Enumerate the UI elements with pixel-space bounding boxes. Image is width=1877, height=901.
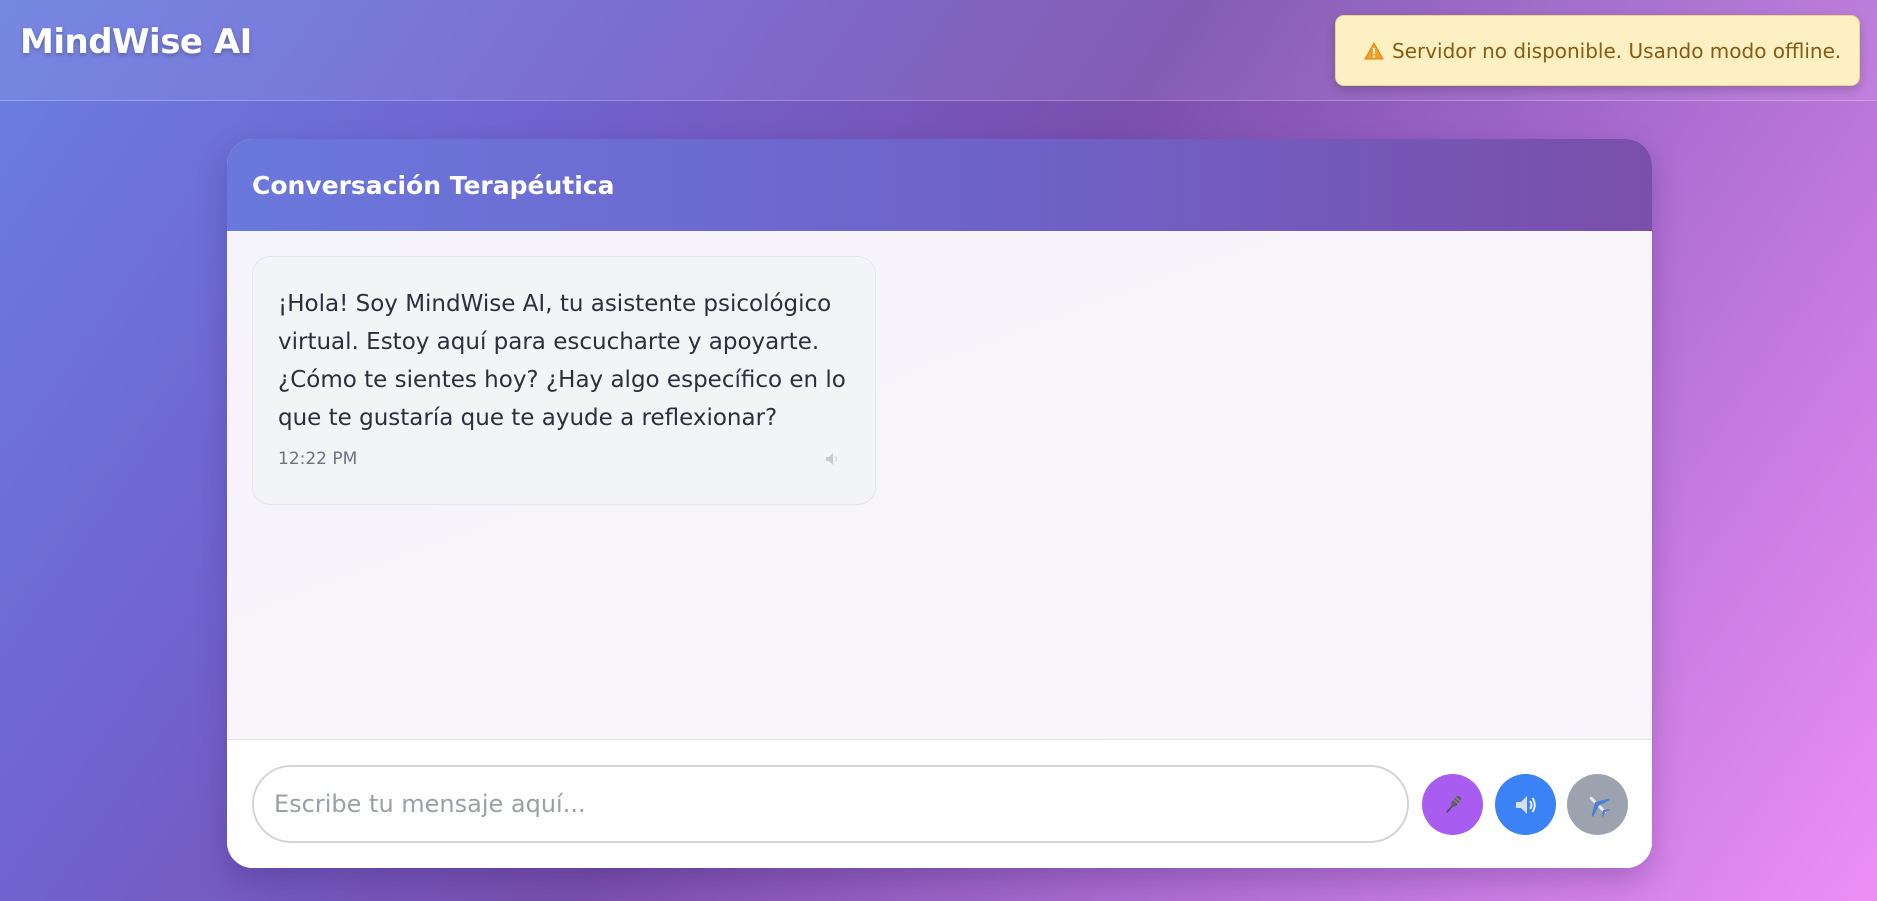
microphone-icon <box>1440 792 1466 818</box>
alert-text: Servidor no disponible. Usando modo offl… <box>1392 38 1842 63</box>
chat-header: Conversación Terapéutica <box>227 139 1652 231</box>
mic-button[interactable] <box>1422 774 1483 835</box>
composer <box>227 739 1652 868</box>
speaker-button[interactable] <box>1495 774 1556 835</box>
assistant-message: ¡Hola! Soy MindWise AI, tu asistente psi… <box>252 256 876 505</box>
chat-title: Conversación Terapéutica <box>252 170 615 200</box>
airplane-icon <box>1584 791 1612 819</box>
app-brand: MindWise AI <box>20 22 252 62</box>
speaker-icon <box>1513 793 1539 817</box>
warning-icon <box>1364 41 1384 60</box>
chat-card: Conversación Terapéutica ¡Hola! Soy Mind… <box>227 139 1652 868</box>
speaker-icon[interactable] <box>825 452 841 466</box>
send-button[interactable] <box>1567 774 1628 835</box>
message-timestamp: 12:22 PM <box>278 449 358 469</box>
message-text: ¡Hola! Soy MindWise AI, tu asistente psi… <box>278 291 846 431</box>
message-meta: 12:22 PM <box>278 449 841 469</box>
message-input[interactable] <box>252 765 1409 843</box>
offline-alert: Servidor no disponible. Usando modo offl… <box>1335 15 1860 86</box>
